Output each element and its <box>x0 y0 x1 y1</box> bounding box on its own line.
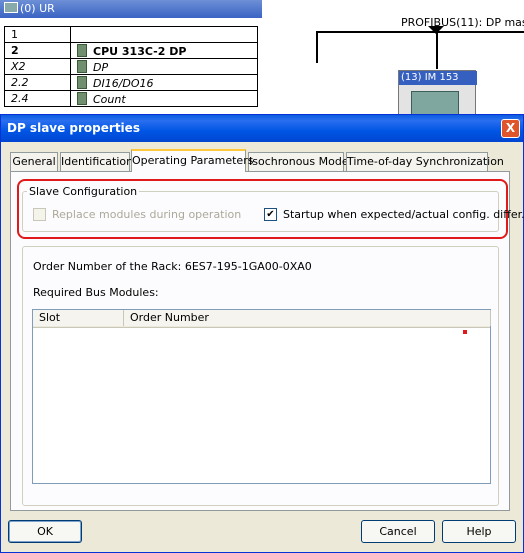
rack-module: DI16/DO16 <box>93 76 154 90</box>
rack-row[interactable]: 1 <box>4 26 258 43</box>
rack-row[interactable]: 2 CPU 313C-2 DP <box>4 42 258 59</box>
tab-general[interactable]: General <box>10 152 58 171</box>
startup-expected-checkbox[interactable]: ✔ Startup when expected/actual config. d… <box>264 208 524 221</box>
rack-slot: X2 <box>4 58 71 75</box>
checkbox-box <box>33 208 46 221</box>
bus-modules-list[interactable]: Slot Order Number <box>32 309 491 484</box>
rack-slot: 1 <box>4 26 71 43</box>
rack-row[interactable]: 2.2 DI16/DO16 <box>4 74 258 91</box>
replace-modules-label: Replace modules during operation <box>52 208 242 221</box>
rack-module: CPU 313C-2 DP <box>93 44 187 58</box>
rack-slot: 2 <box>4 42 71 59</box>
im153-label: (13) IM 153 <box>399 71 477 85</box>
rack-window: (0) UR 1 2 CPU 313C-2 DP X2 DP 2.2 DI16/… <box>0 0 262 114</box>
rack-module: DP <box>93 60 109 74</box>
checkmark-icon: ✔ <box>264 208 277 221</box>
dialog-titlebar[interactable]: DP slave properties X <box>1 115 523 142</box>
startup-expected-label: Startup when expected/actual config. dif… <box>283 208 524 221</box>
close-icon: X <box>505 121 516 135</box>
rack-icon <box>4 2 18 13</box>
column-order-number[interactable]: Order Number <box>124 310 491 326</box>
list-header: Slot Order Number <box>33 310 491 328</box>
profibus-line[interactable] <box>316 31 524 33</box>
rack-slot: 2.2 <box>4 74 71 91</box>
order-number-text: Order Number of the Rack: 6ES7-195-1GA00… <box>33 260 312 273</box>
replace-modules-checkbox[interactable]: Replace modules during operation <box>33 208 241 221</box>
module-icon <box>77 59 87 73</box>
module-icon <box>77 91 87 105</box>
rack-slot: 2.4 <box>4 90 71 107</box>
help-button[interactable]: Help <box>442 520 516 543</box>
tab-operating-parameters[interactable]: Operating Parameters <box>131 149 253 172</box>
im-connector <box>436 33 438 69</box>
profibus-label: PROFIBUS(11): DP maste <box>401 16 524 29</box>
module-icon <box>77 43 87 57</box>
red-marker <box>463 330 467 334</box>
tab-time-of-day-sync[interactable]: Time-of-day Synchronization <box>346 152 504 171</box>
cancel-button[interactable]: Cancel <box>361 520 435 543</box>
rack-row[interactable]: 2.4 Count <box>4 90 258 107</box>
im153-station[interactable]: (13) IM 153 <box>398 70 477 116</box>
module-icon <box>77 75 87 89</box>
rack-window-title[interactable]: (0) UR <box>0 0 262 18</box>
rack-module <box>70 26 258 43</box>
rack-title-text: (0) UR <box>20 2 55 15</box>
rack-table: 1 2 CPU 313C-2 DP X2 DP 2.2 DI16/DO16 2.… <box>4 26 258 107</box>
required-modules-label: Required Bus Modules: <box>33 286 159 299</box>
tab-isochronous-mode[interactable]: Isochronous Mode <box>248 152 349 171</box>
profibus-connector <box>316 31 318 63</box>
rack-module: Count <box>93 92 126 106</box>
column-slot[interactable]: Slot <box>33 310 124 326</box>
tab-identification[interactable]: Identification <box>60 152 133 171</box>
station-slots-icon <box>411 91 459 115</box>
ok-button[interactable]: OK <box>8 520 82 543</box>
close-button[interactable]: X <box>501 119 520 138</box>
dp-slave-properties-dialog: DP slave properties X General Identifica… <box>0 114 524 553</box>
rack-row[interactable]: X2 DP <box>4 58 258 75</box>
dialog-title: DP slave properties <box>7 121 140 135</box>
